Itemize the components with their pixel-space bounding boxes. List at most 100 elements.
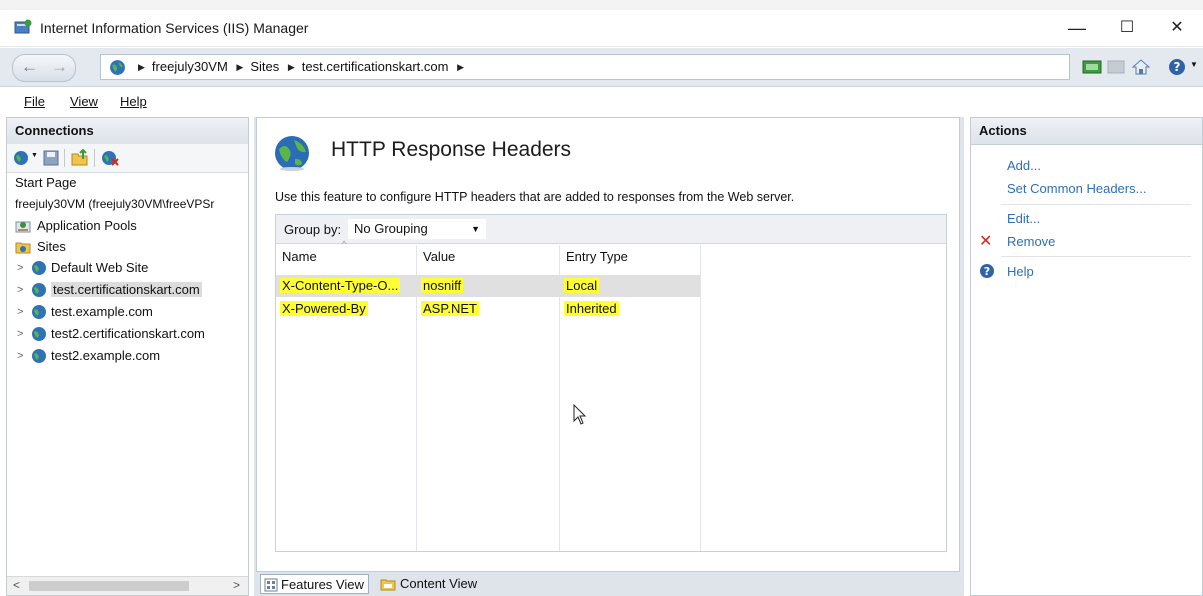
action-help[interactable]: Help	[1007, 264, 1034, 279]
sites-folder-icon	[15, 242, 31, 254]
chevron-right-icon[interactable]: ▶	[457, 62, 464, 73]
tab-features-view[interactable]: Features View	[260, 574, 369, 594]
table-row[interactable]: X-Powered-By ASP.NET Inherited	[276, 298, 700, 320]
up-folder-icon[interactable]	[71, 149, 89, 167]
cell-value: ASP.NET	[421, 301, 479, 316]
tab-content-view[interactable]: Content View	[380, 574, 477, 594]
scroll-right-icon[interactable]: >	[233, 578, 240, 592]
chevron-right-icon[interactable]: >	[17, 258, 23, 278]
back-forward-buttons: ← →	[12, 54, 76, 82]
actions-separator	[1001, 204, 1191, 205]
help-icon: ?	[980, 264, 994, 278]
feature-description: Use this feature to configure HTTP heade…	[275, 190, 795, 204]
tree-item-application-pools[interactable]: Application Pools	[15, 216, 137, 236]
cell-entry-type: Local	[564, 278, 600, 293]
chevron-right-icon[interactable]: >	[17, 280, 23, 300]
help-icon[interactable]: ?	[1168, 58, 1186, 76]
svg-text:?: ?	[1174, 60, 1181, 74]
connect-icon[interactable]	[1082, 58, 1102, 76]
cell-name: X-Content-Type-O...	[280, 278, 401, 293]
tree-item-site[interactable]: > test.example.com	[17, 302, 153, 322]
title-bar: Internet Information Services (IIS) Mana…	[0, 10, 1203, 47]
sort-indicator-icon: ^	[342, 239, 347, 249]
cell-name: X-Powered-By	[280, 301, 368, 316]
column-header-entry-type[interactable]: Entry Type	[566, 249, 628, 264]
column-header-name[interactable]: Name	[282, 249, 317, 264]
save-icon[interactable]	[43, 150, 59, 166]
features-view-icon	[264, 578, 278, 592]
top-strip	[0, 0, 1203, 10]
disconnect-icon[interactable]	[101, 149, 119, 167]
tree-item-site[interactable]: > Default Web Site	[17, 258, 148, 278]
actions-pane: Actions Add... Set Common Headers... Edi…	[970, 117, 1203, 596]
toolbar-separator	[64, 149, 65, 167]
column-header-value[interactable]: Value	[423, 249, 455, 264]
menu-file[interactable]: File	[24, 94, 45, 109]
horizontal-scrollbar[interactable]: < >	[7, 576, 248, 595]
action-remove[interactable]: Remove	[1007, 234, 1055, 249]
chevron-right-icon[interactable]: >	[17, 302, 23, 322]
maximize-button[interactable]: ☐	[1104, 14, 1150, 42]
scrollbar-thumb[interactable]	[29, 581, 189, 591]
scroll-left-icon[interactable]: <	[13, 578, 20, 592]
breadcrumb-server[interactable]: freejuly30VM	[152, 59, 228, 74]
headers-list: Group by: No Grouping ▼ ^ Name Value Ent…	[275, 214, 947, 552]
back-arrow-icon[interactable]: ←	[21, 57, 38, 77]
chevron-right-icon: ▶	[138, 62, 145, 72]
group-by-bar: Group by: No Grouping ▼	[276, 215, 946, 244]
column-divider[interactable]	[700, 245, 701, 551]
svg-text:?: ?	[984, 265, 990, 278]
actions-separator	[1001, 256, 1191, 257]
action-add[interactable]: Add...	[1007, 158, 1041, 173]
action-set-common-headers[interactable]: Set Common Headers...	[1007, 181, 1146, 196]
application-pools-icon	[15, 221, 31, 233]
minimize-button[interactable]: —	[1054, 14, 1100, 42]
close-button[interactable]: ✕	[1154, 14, 1200, 42]
home-icon[interactable]	[1131, 58, 1151, 76]
cell-value: nosniff	[421, 278, 464, 293]
http-headers-globe-icon	[275, 136, 309, 171]
menu-help[interactable]: Help	[120, 94, 147, 109]
website-globe-icon	[32, 283, 46, 297]
tree-item-sites[interactable]: Sites	[15, 237, 66, 257]
website-globe-icon	[32, 327, 46, 341]
menu-view[interactable]: View	[70, 94, 98, 109]
tree-item-site-selected[interactable]: > test.certificationskart.com	[17, 280, 202, 300]
connect-dropdown-icon[interactable]: ▼	[31, 152, 38, 159]
breadcrumb-sites[interactable]: Sites	[250, 59, 279, 74]
toolbar-separator	[94, 149, 95, 167]
disabled-toolbar-icon	[1107, 60, 1125, 74]
breadcrumb[interactable]: ▶ freejuly30VM ▶ Sites ▶ test.certification…	[100, 54, 1070, 80]
feature-pane: HTTP Response Headers Use this feature t…	[254, 117, 964, 596]
tree-item-server[interactable]: freejuly30VM (freejuly30VM\freeVPSr	[15, 194, 214, 214]
group-by-label: Group by:	[284, 222, 342, 237]
address-bar: ← → ▶ freejuly30VM ▶ Sites ▶ test.certifica…	[0, 48, 1203, 87]
content-view-icon	[380, 579, 396, 591]
cell-entry-type: Inherited	[564, 301, 619, 316]
breadcrumb-site[interactable]: test.certificationskart.com	[302, 59, 449, 74]
tree-item-site[interactable]: > test2.certificationskart.com	[17, 324, 205, 344]
help-dropdown-icon[interactable]: ▼	[1190, 60, 1198, 69]
feature-content: HTTP Response Headers Use this feature t…	[256, 117, 960, 572]
website-globe-icon	[32, 305, 46, 319]
connections-header: Connections	[7, 118, 248, 145]
chevron-down-icon: ▼	[471, 224, 480, 234]
action-edit[interactable]: Edit...	[1007, 211, 1040, 226]
chevron-right-icon[interactable]: >	[17, 324, 23, 344]
forward-arrow-icon[interactable]: →	[51, 57, 68, 77]
menu-bar: File View Help	[0, 88, 1203, 114]
mouse-cursor-icon	[573, 404, 587, 425]
view-tabs: Features View Content View	[254, 572, 964, 596]
tree-item-start-page[interactable]: Start Page	[15, 173, 76, 193]
table-row[interactable]: X-Content-Type-O... nosniff Local	[276, 275, 700, 297]
connections-pane: Connections ▼ Start Page freejuly30VM (f…	[6, 117, 249, 596]
connections-toolbar: ▼	[7, 144, 248, 173]
globe-icon	[110, 60, 125, 75]
group-by-select[interactable]: No Grouping ▼	[348, 219, 486, 239]
website-globe-icon	[32, 261, 46, 275]
chevron-right-icon[interactable]: >	[17, 346, 23, 366]
chevron-right-icon: ▶	[287, 62, 295, 72]
connect-globe-icon[interactable]	[13, 150, 29, 166]
tree-item-site[interactable]: > test2.example.com	[17, 346, 160, 366]
window-title: Internet Information Services (IIS) Mana…	[40, 20, 309, 36]
